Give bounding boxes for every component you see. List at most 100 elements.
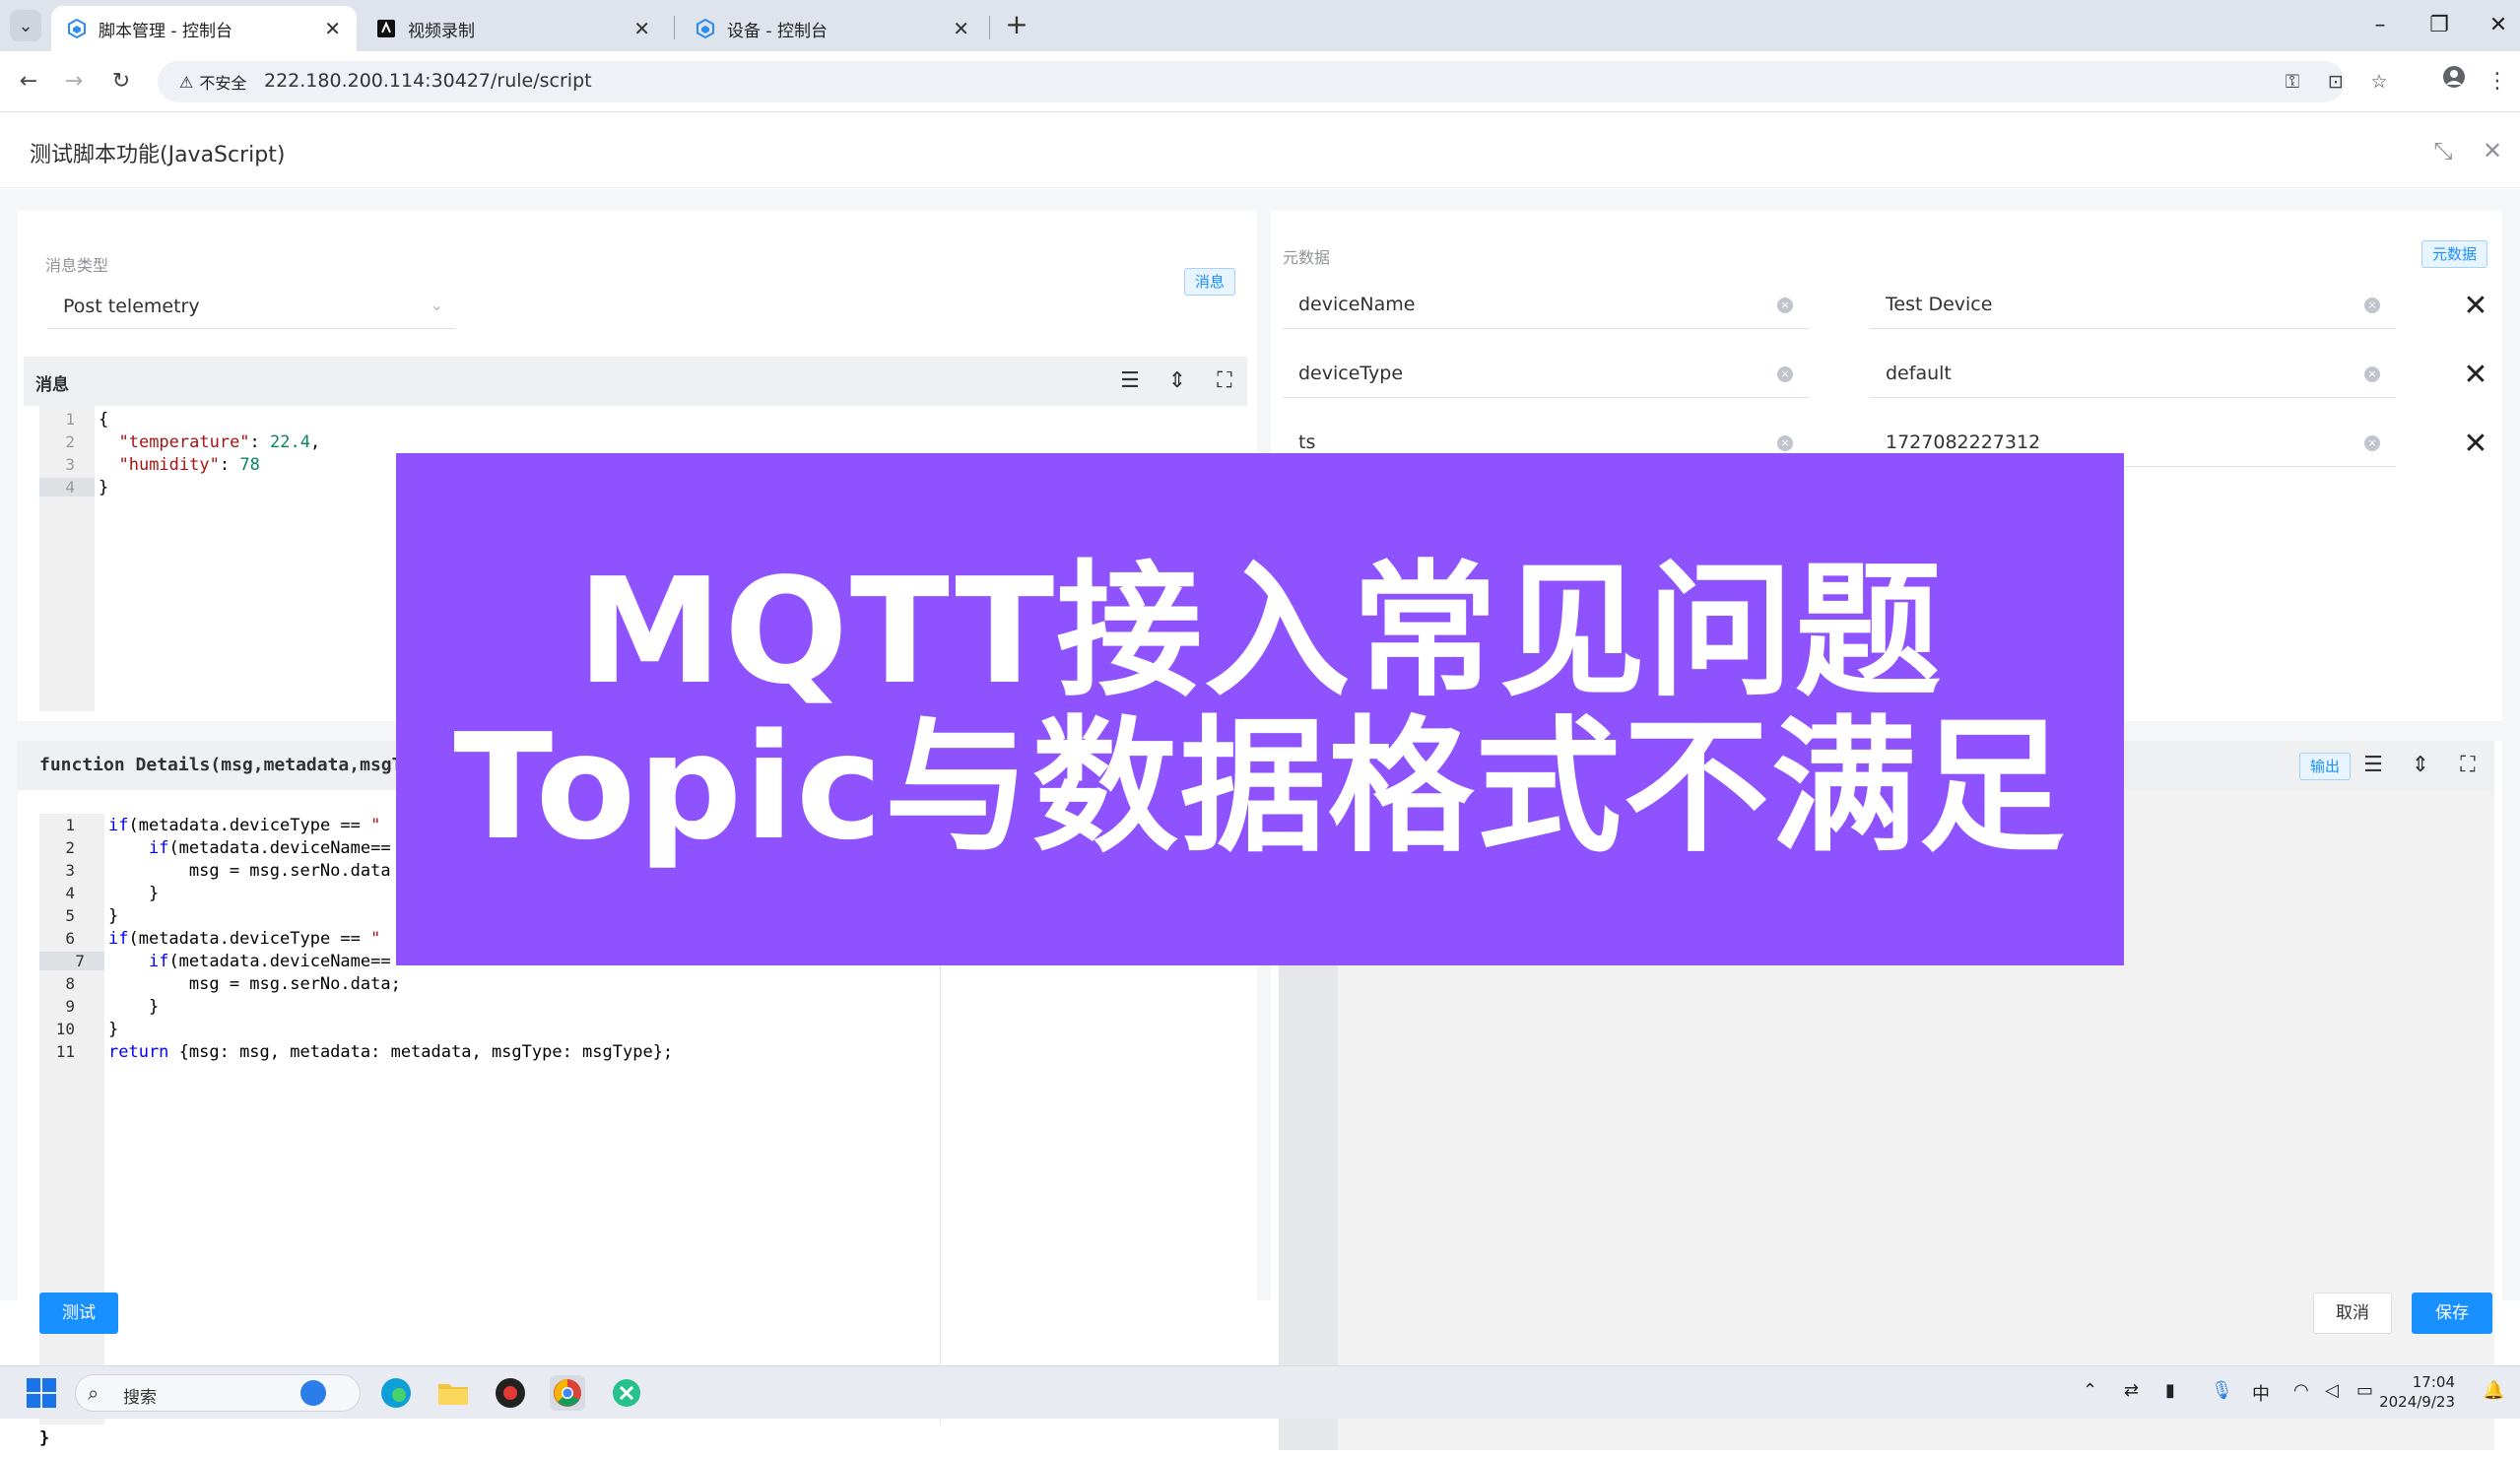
windows-start-icon[interactable] bbox=[24, 1375, 59, 1411]
metadata-chip: 元数据 bbox=[2421, 240, 2488, 268]
restore-button[interactable]: ❐ bbox=[2420, 8, 2459, 43]
site-info-button[interactable]: ⚠ 不安全 bbox=[169, 67, 256, 97]
back-button[interactable]: ← bbox=[12, 65, 45, 99]
chevron-up-icon[interactable]: ⌃ bbox=[2083, 1380, 2097, 1401]
reload-button[interactable]: ↻ bbox=[104, 65, 138, 99]
new-tab-button[interactable]: + bbox=[999, 8, 1034, 40]
screen-recorder-icon[interactable] bbox=[493, 1375, 528, 1411]
cube-icon bbox=[67, 19, 87, 38]
close-window-button[interactable]: ✕ bbox=[2479, 8, 2518, 43]
xmind-app-icon[interactable] bbox=[609, 1375, 644, 1411]
speaker-icon[interactable]: ◁ bbox=[2325, 1380, 2339, 1401]
taskbar-clock[interactable]: 17:04 2024/9/23 bbox=[2379, 1372, 2455, 1412]
clear-icon[interactable]: × bbox=[2364, 366, 2380, 382]
collapse-icon[interactable]: ⇕ bbox=[1162, 366, 1192, 396]
password-key-icon[interactable]: ⚿ bbox=[2278, 67, 2307, 97]
plus-icon: + bbox=[1005, 8, 1028, 40]
line-number: 7 bbox=[39, 952, 104, 970]
dialog-title: 测试脚本功能(JavaScript) bbox=[30, 143, 286, 167]
edge-browser-icon[interactable] bbox=[378, 1375, 414, 1411]
expand-fullscreen-icon[interactable]: ⛶ bbox=[1210, 366, 1239, 396]
metadata-key: deviceName bbox=[1298, 294, 1416, 315]
tab-script-management[interactable]: 脚本管理 - 控制台 ✕ bbox=[51, 6, 357, 51]
expand-fullscreen-icon[interactable]: ⛶ bbox=[2453, 751, 2483, 780]
tab-title: 设备 - 控制台 bbox=[727, 21, 828, 41]
format-align-icon[interactable]: ☰ bbox=[1115, 366, 1145, 396]
forward-button[interactable]: → bbox=[57, 65, 91, 99]
close-icon[interactable]: ✕ bbox=[2477, 135, 2508, 166]
line-number: 4 bbox=[39, 478, 95, 497]
translate-icon[interactable]: ⊡ bbox=[2321, 67, 2351, 97]
message-editor-gutter: 1 2 3 4 bbox=[39, 406, 95, 711]
save-button[interactable]: 保存 bbox=[2412, 1292, 2492, 1334]
tab-device-console[interactable]: 设备 - 控制台 ✕ bbox=[680, 6, 985, 51]
output-chip: 输出 bbox=[2299, 753, 2352, 780]
file-explorer-icon[interactable] bbox=[435, 1375, 471, 1411]
metadata-value-input[interactable]: default × bbox=[1870, 351, 2396, 398]
format-align-icon[interactable]: ☰ bbox=[2358, 751, 2388, 780]
clear-icon[interactable]: × bbox=[1777, 298, 1793, 313]
browser-menu-button[interactable]: ⋮ bbox=[2481, 65, 2514, 99]
close-icon[interactable]: ✕ bbox=[633, 17, 650, 40]
metadata-label: 元数据 bbox=[1283, 248, 1331, 267]
message-type-select[interactable]: Post telemetry ⌄ bbox=[47, 286, 455, 329]
tab-video-recording[interactable]: 视频录制 ✕ bbox=[361, 6, 666, 51]
restore-icon: ❐ bbox=[2429, 13, 2449, 37]
profile-button[interactable] bbox=[2437, 65, 2471, 99]
meter-icon[interactable]: ▮ bbox=[2165, 1380, 2175, 1401]
message-chip: 消息 bbox=[1184, 268, 1236, 296]
tab-separator bbox=[674, 16, 675, 39]
wifi-icon[interactable]: ◠ bbox=[2293, 1380, 2309, 1401]
taskbar-search-input[interactable]: ⌕ 搜索 bbox=[75, 1374, 361, 1412]
message-editor-label: 消息 bbox=[35, 375, 69, 395]
metadata-value: default bbox=[1886, 363, 1952, 384]
microphone-icon[interactable]: 🎙 bbox=[2211, 1380, 2233, 1401]
clear-icon[interactable]: × bbox=[1777, 435, 1793, 451]
metadata-value-input[interactable]: Test Device × bbox=[1870, 282, 2396, 329]
search-icon: ⌕ bbox=[88, 1381, 99, 1405]
line-number: 9 bbox=[65, 997, 75, 1016]
chevron-down-icon: ⌄ bbox=[430, 296, 443, 314]
metadata-value: Test Device bbox=[1886, 294, 1993, 315]
metadata-key-input[interactable]: deviceName × bbox=[1283, 282, 1809, 329]
chrome-browser-icon[interactable] bbox=[550, 1375, 585, 1411]
clear-icon[interactable]: × bbox=[2364, 298, 2380, 313]
address-bar[interactable]: ⚠ 不安全 222.180.200.114:30427/rule/script … bbox=[158, 61, 2388, 102]
clear-icon[interactable]: × bbox=[2364, 435, 2380, 451]
notification-bell-icon[interactable]: 🔔 bbox=[2483, 1380, 2504, 1401]
collapse-icon[interactable]: ⇕ bbox=[2406, 751, 2435, 780]
metadata-row: deviceName × Test Device × ✕ bbox=[1283, 282, 2494, 329]
close-icon[interactable]: ✕ bbox=[953, 17, 969, 40]
delete-row-icon[interactable]: ✕ bbox=[2459, 290, 2492, 323]
line-number: 10 bbox=[55, 1020, 75, 1038]
cancel-button[interactable]: 取消 bbox=[2313, 1292, 2392, 1334]
overlay-title-line-1: MQTT接入常见问题 bbox=[576, 547, 1944, 716]
fullscreen-icon[interactable]: ⤡ bbox=[2427, 135, 2459, 166]
close-icon[interactable]: ✕ bbox=[324, 17, 341, 40]
network-transfer-icon[interactable]: ⇄ bbox=[2124, 1380, 2139, 1401]
arrow-right-icon: → bbox=[64, 69, 84, 94]
avatar-icon bbox=[2442, 66, 2466, 95]
minimize-button[interactable]: – bbox=[2360, 8, 2400, 43]
line-number: 11 bbox=[55, 1042, 75, 1061]
clock-time: 17:04 bbox=[2412, 1373, 2455, 1391]
minimize-icon: – bbox=[2374, 13, 2386, 37]
delete-row-icon[interactable]: ✕ bbox=[2459, 359, 2492, 392]
metadata-key: deviceType bbox=[1298, 363, 1404, 384]
tab-separator bbox=[989, 16, 990, 39]
search-placeholder: 搜索 bbox=[123, 1388, 157, 1408]
battery-icon[interactable]: ▭ bbox=[2356, 1380, 2373, 1401]
tab-search-button[interactable]: ⌄ bbox=[10, 10, 41, 41]
test-button[interactable]: 测试 bbox=[39, 1292, 118, 1334]
metadata-key-input[interactable]: deviceType × bbox=[1283, 351, 1809, 398]
bookmark-star-icon[interactable]: ☆ bbox=[2364, 67, 2394, 97]
ime-indicator[interactable]: 中 bbox=[2252, 1380, 2270, 1406]
delete-row-icon[interactable]: ✕ bbox=[2459, 428, 2492, 461]
copilot-globe-icon bbox=[300, 1380, 326, 1406]
cube-icon bbox=[696, 19, 715, 38]
line-number: 6 bbox=[65, 929, 75, 948]
line-number: 1 bbox=[65, 410, 75, 429]
clear-icon[interactable]: × bbox=[1777, 366, 1793, 382]
url-text[interactable]: 222.180.200.114:30427/rule/script bbox=[264, 70, 592, 92]
message-editor-toolbar: 消息 ☰ ⇕ ⛶ bbox=[24, 357, 1247, 406]
